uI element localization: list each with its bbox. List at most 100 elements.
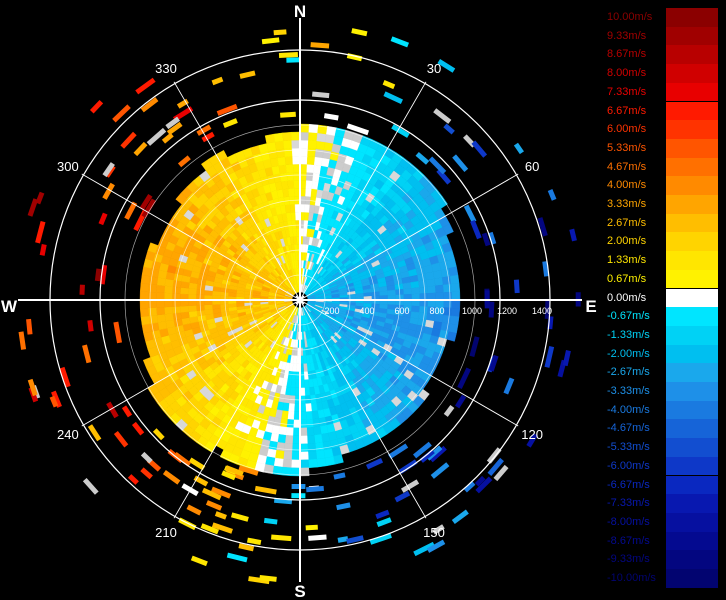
velocity-cell [284, 435, 294, 445]
velocity-cell [316, 132, 327, 143]
velocity-cell [147, 299, 157, 309]
velocity-cell [288, 403, 295, 413]
range-label: 200 [324, 306, 339, 316]
legend-entry: 4.00m/s [606, 176, 718, 195]
legend-label: -2.00m/s [607, 347, 650, 360]
legend-swatch [666, 531, 718, 551]
velocity-cell [379, 290, 389, 297]
velocity-cell [299, 131, 310, 141]
legend-label: -8.67m/s [607, 534, 650, 547]
velocity-cell [388, 443, 409, 459]
velocity-cell [152, 428, 165, 441]
velocity-cell [293, 235, 298, 245]
velocity-cell [432, 269, 443, 279]
velocity-cell [179, 305, 189, 313]
velocity-cell [547, 189, 557, 201]
legend-swatch [666, 269, 718, 289]
velocity-cell [190, 555, 208, 567]
velocity-cell [292, 155, 301, 165]
velocity-cell [387, 289, 397, 296]
legend-label: 2.00m/s [607, 235, 647, 248]
compass-north: N [294, 2, 306, 21]
velocity-cell [155, 284, 165, 294]
velocity-cell [299, 163, 308, 173]
velocity-cell [187, 305, 197, 312]
velocity-cell [451, 509, 469, 524]
velocity-cell [291, 139, 301, 149]
velocity-cell [451, 299, 461, 309]
velocity-cell [457, 367, 472, 390]
velocity-cell [415, 151, 430, 165]
velocity-cell [211, 76, 224, 86]
velocity-cell [282, 188, 290, 198]
legend-swatch [666, 382, 718, 401]
velocity-cell [411, 287, 421, 295]
velocity-cell [308, 131, 318, 142]
bearing-label: 60 [525, 159, 539, 174]
velocity-cell [293, 419, 301, 429]
legend-entry: 2.67m/s [606, 213, 718, 233]
velocity-cell [441, 275, 452, 286]
velocity-cell [299, 147, 309, 157]
velocity-cell [226, 552, 248, 563]
velocity-cell [278, 164, 287, 174]
velocity-cell [288, 187, 295, 197]
velocity-cell [286, 419, 294, 429]
velocity-cell [299, 451, 309, 461]
legend-swatch [666, 138, 718, 158]
velocity-cell [280, 111, 296, 118]
velocity-cell [140, 467, 153, 480]
velocity-cell [180, 311, 190, 320]
velocity-cell [139, 291, 149, 301]
velocity-cell [157, 321, 168, 331]
velocity-cell [390, 36, 410, 48]
velocity-cell [305, 179, 313, 189]
velocity-cell [513, 279, 520, 294]
velocity-cell [448, 266, 459, 277]
legend-label: 7.33m/s [607, 85, 647, 98]
velocity-cell [303, 371, 309, 381]
velocity-cell [286, 57, 301, 63]
velocity-cell [306, 163, 315, 173]
velocity-cell [155, 299, 165, 308]
velocity-cell [443, 291, 453, 301]
legend-swatch [666, 550, 718, 569]
velocity-cell [163, 306, 173, 315]
bearing-label: 300 [57, 159, 79, 174]
compass-west: W [1, 297, 18, 316]
velocity-cell [333, 454, 344, 465]
velocity-cell [299, 419, 307, 429]
legend-swatch [666, 512, 718, 532]
velocity-cell [227, 303, 237, 308]
legend-entry: 4.67m/s [606, 157, 718, 177]
velocity-cell [569, 228, 577, 242]
velocity-cell [322, 440, 332, 451]
legend-entry: 8.67m/s [606, 45, 718, 65]
velocity-cell [443, 404, 455, 417]
velocity-cell [315, 449, 326, 460]
velocity-cell [418, 279, 428, 288]
velocity-cell [435, 292, 445, 301]
velocity-cell [307, 442, 317, 453]
velocity-cell [307, 147, 317, 158]
velocity-cell [112, 104, 131, 123]
velocity-cell [306, 419, 314, 429]
velocity-cell [113, 321, 123, 344]
legend-entry: -6.00m/s [606, 456, 718, 476]
velocity-cell [443, 123, 455, 135]
velocity-cell [147, 283, 158, 293]
velocity-cell [89, 99, 104, 114]
velocity-cell [235, 302, 245, 307]
velocity-cell [303, 363, 308, 373]
velocity-cell [313, 156, 323, 166]
legend-swatch [666, 569, 718, 588]
velocity-cell [290, 459, 301, 469]
velocity-cell [186, 504, 202, 516]
legend-swatch [666, 195, 718, 214]
range-label: 400 [359, 306, 374, 316]
velocity-cell [277, 434, 287, 444]
velocity-cell [133, 141, 148, 157]
velocity-cell [141, 323, 152, 334]
compass-east: E [585, 297, 596, 316]
velocity-cell [282, 458, 292, 469]
